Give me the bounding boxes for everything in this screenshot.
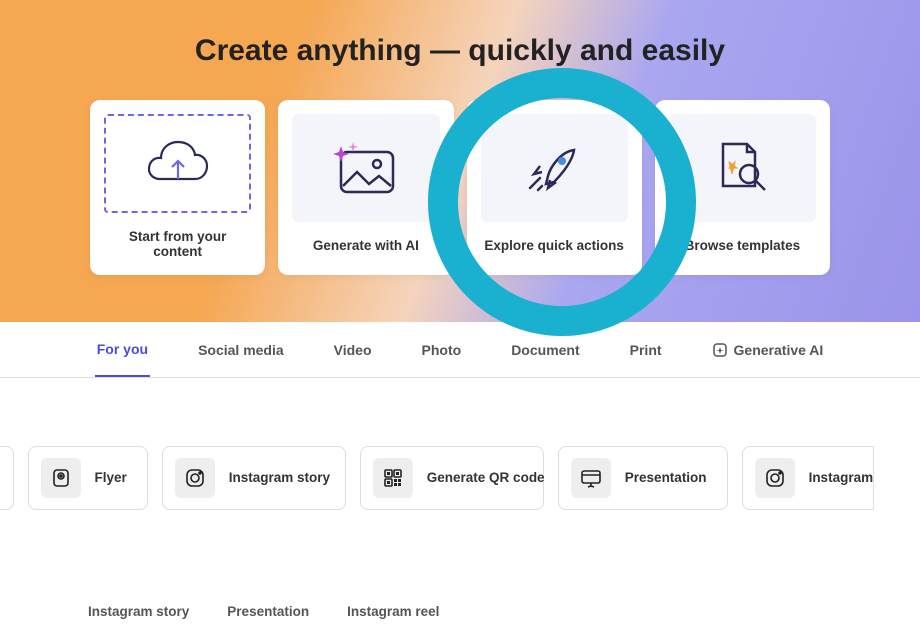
card-label: Browse templates: [685, 238, 801, 253]
chip-remove-background[interactable]: ove ground: [0, 446, 14, 510]
card-label: Start from your content: [104, 229, 251, 259]
card-label: Generate with AI: [313, 238, 419, 253]
page-title: Create anything — quickly and easily: [0, 34, 920, 68]
tab-photo[interactable]: Photo: [420, 324, 464, 376]
card-label: Explore quick actions: [484, 238, 624, 253]
chip-label: Flyer: [95, 470, 127, 487]
chip-label: Instagram story: [229, 470, 325, 487]
card-icon-zone: [481, 114, 628, 222]
rocket-icon: [520, 134, 588, 202]
chip-qr-code[interactable]: Generate QR code: [360, 446, 544, 510]
chip-label: Generate QR code: [427, 470, 523, 487]
tab-social-media[interactable]: Social media: [196, 324, 286, 376]
tab-for-you[interactable]: For you: [95, 323, 150, 377]
presentation-icon: [571, 458, 611, 498]
chip-label: Presentation: [625, 470, 707, 487]
chip-instagram-story[interactable]: Instagram story: [162, 446, 346, 510]
tab-print[interactable]: Print: [628, 324, 664, 376]
upload-cloud-icon: [145, 139, 211, 189]
card-icon-zone: [292, 114, 439, 222]
hero-card-row: Start from your content Generate with AI: [0, 100, 920, 275]
card-browse-templates[interactable]: Browse templates: [655, 100, 830, 275]
subtab-presentation[interactable]: Presentation: [227, 604, 309, 619]
card-icon-zone: [669, 114, 816, 222]
tab-label: Generative AI: [734, 342, 824, 358]
secondary-tabs: Instagram story Presentation Instagram r…: [0, 510, 920, 619]
chip-instagram[interactable]: Instagram: [742, 446, 875, 510]
instagram-icon: [175, 458, 215, 498]
instagram-icon: [755, 458, 795, 498]
card-generate-ai[interactable]: Generate with AI: [278, 100, 453, 275]
chip-label: Instagram: [809, 470, 874, 487]
category-tabs: For you Social media Video Photo Documen…: [0, 322, 920, 378]
tab-document[interactable]: Document: [509, 324, 581, 376]
chip-flyer[interactable]: Flyer: [28, 446, 148, 510]
document-search-icon: [709, 138, 775, 198]
tab-video[interactable]: Video: [332, 324, 374, 376]
subtab-instagram-story[interactable]: Instagram story: [88, 604, 189, 619]
subtab-instagram-reel[interactable]: Instagram reel: [347, 604, 439, 619]
card-icon-zone: [104, 114, 251, 213]
hero-banner: Create anything — quickly and easily Sta…: [0, 0, 920, 322]
card-start-from-content[interactable]: Start from your content: [90, 100, 265, 275]
sparkle-icon: [712, 342, 728, 358]
quick-chip-row: ove ground Flyer Instagram story: [0, 378, 920, 510]
image-sparkle-icon: [331, 140, 401, 196]
camera-icon: [41, 458, 81, 498]
tab-generative-ai[interactable]: Generative AI: [710, 324, 826, 376]
card-quick-actions[interactable]: Explore quick actions: [467, 100, 642, 275]
chip-presentation[interactable]: Presentation: [558, 446, 728, 510]
qr-icon: [373, 458, 413, 498]
